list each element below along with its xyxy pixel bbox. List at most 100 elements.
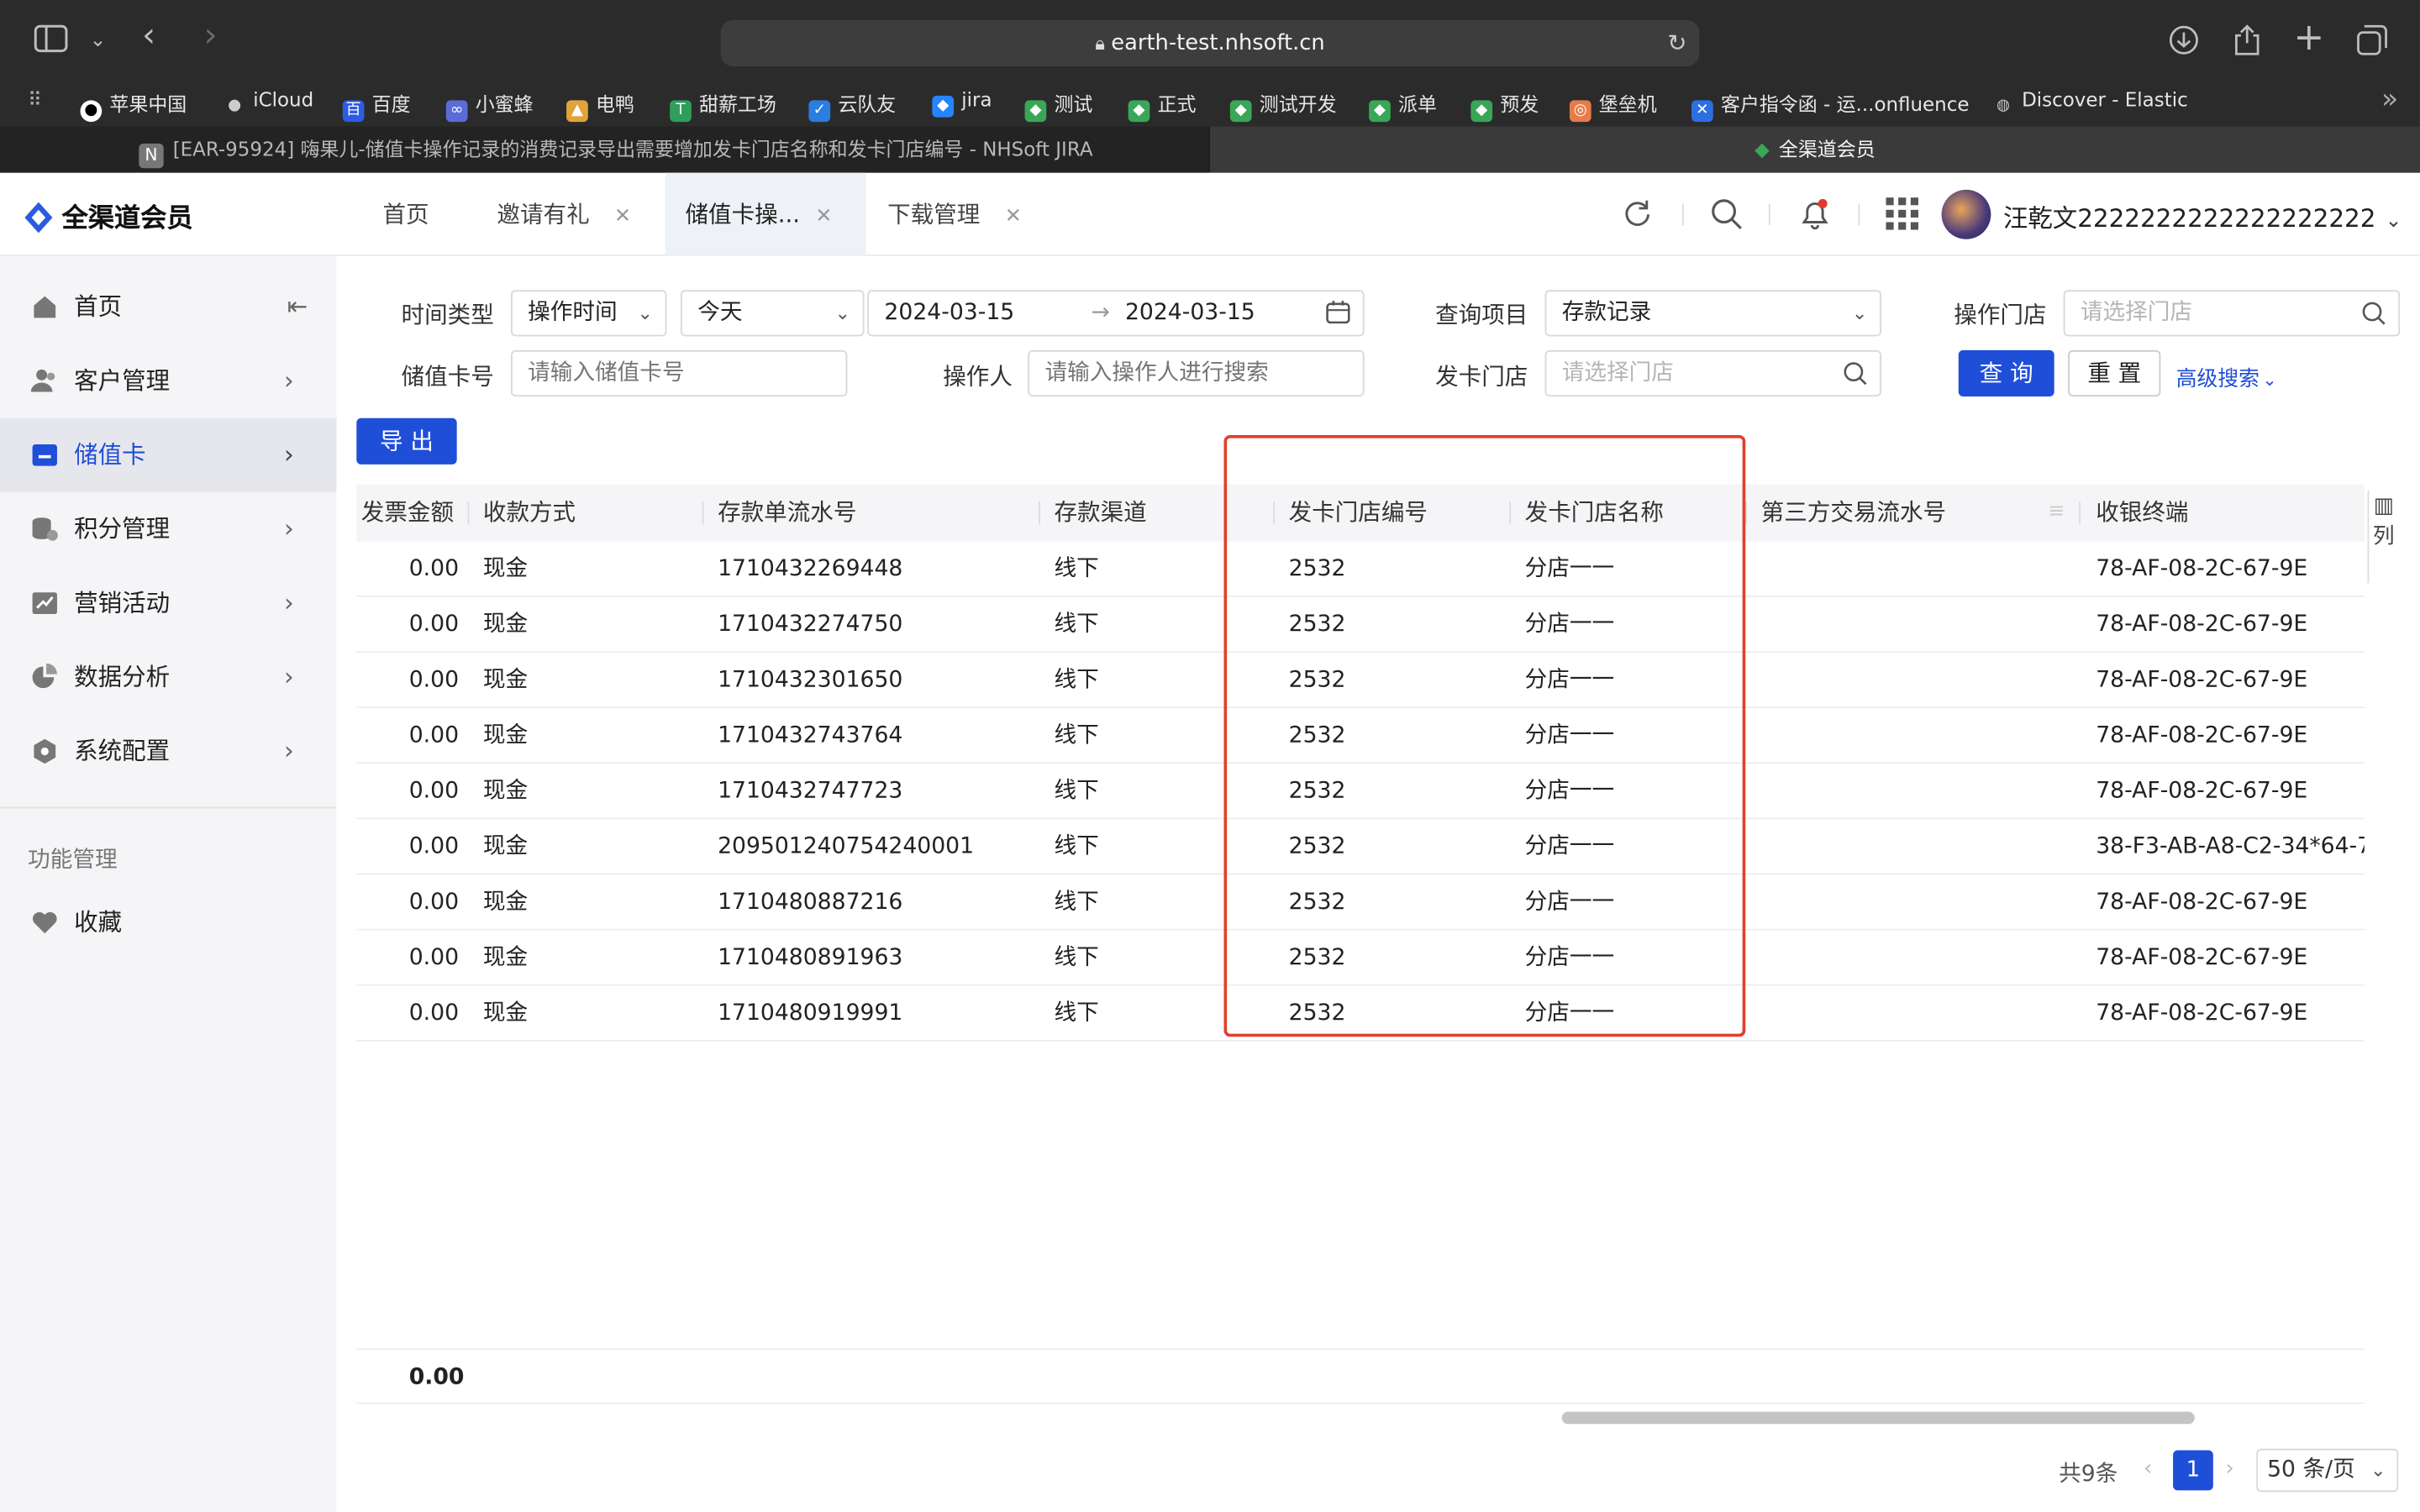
- time-type-select[interactable]: 操作时间 ⌄: [510, 290, 667, 337]
- bookmark-item[interactable]: ● iCloud: [224, 88, 313, 118]
- pie-icon: [31, 663, 59, 691]
- prev-page-icon[interactable]: ‹: [2144, 1457, 2152, 1481]
- close-icon[interactable]: ✕: [815, 205, 832, 228]
- tab-overview-icon[interactable]: [2357, 24, 2388, 60]
- bookmark-item[interactable]: T 甜薪工场: [670, 88, 776, 123]
- table-row[interactable]: 0.00 现金 1710480887216 线下 2532 分店一一 78-AF-08-2C…: [356, 874, 2365, 931]
- download-icon[interactable]: [2169, 24, 2200, 63]
- tab-stored-card-ops[interactable]: 储值卡操... ✕: [665, 172, 866, 256]
- cell-deposit-serial: 209501240754240001: [718, 834, 975, 860]
- query-item-select[interactable]: 存款记录 ⌄: [1544, 290, 1881, 337]
- chevron-down-icon[interactable]: ⌄: [90, 26, 107, 57]
- card-no-input[interactable]: [510, 349, 848, 397]
- date-range-picker[interactable]: 2024-03-15 → 2024-03-15: [867, 290, 1365, 337]
- advanced-search-link[interactable]: 高级搜索 ⌄: [2176, 361, 2277, 391]
- table-row[interactable]: 0.00 现金 1710432274750 线下 2532 分店一一 78-AF-08-2C…: [356, 597, 2365, 653]
- chart-icon: [31, 590, 59, 617]
- table-row[interactable]: 0.00 现金 1710480891963 线下 2532 分店一一 78-AF-08-2C…: [356, 931, 2365, 986]
- bookmark-item[interactable]: 百百度: [342, 88, 411, 123]
- sidebar: 首页 ⇤ 客户管理 › 储值卡 › 积分管理 › 营销活动 › 数据分析 › 系…: [0, 255, 337, 1512]
- sidebar-item-analytics[interactable]: 数据分析 ›: [0, 640, 336, 714]
- duck-icon: ▲: [566, 100, 588, 123]
- globe-icon: ◍: [1996, 97, 2011, 114]
- new-tab-icon[interactable]: +: [2293, 18, 2324, 55]
- browser-tab-app[interactable]: ◆ 全渠道会员: [1209, 126, 2420, 173]
- bookmark-item[interactable]: ● 苹果中国: [80, 88, 187, 123]
- bookmark-item[interactable]: ◆ jira: [932, 88, 992, 118]
- forward-arrow-icon[interactable]: ›: [203, 19, 217, 53]
- table-row[interactable]: 0.00 现金 1710480919991 线下 2532 分店一一 78-AF-08-2C…: [356, 986, 2365, 1042]
- app-logo[interactable]: 全渠道会员: [24, 196, 193, 234]
- page-1-button[interactable]: 1: [2173, 1450, 2213, 1491]
- sidebar-item-points[interactable]: 积分管理 ›: [0, 492, 336, 566]
- cell-invoice-amount: 0.00: [408, 945, 460, 971]
- share-icon[interactable]: [2233, 24, 2261, 60]
- divider: [1273, 501, 1276, 525]
- cell-invoice-amount: 0.00: [408, 1001, 460, 1026]
- export-button[interactable]: 导 出: [356, 417, 457, 465]
- bookmark-item[interactable]: ✕ 客户指令函 - 运...onfluence: [1691, 88, 1969, 123]
- collapse-sidebar-icon[interactable]: ⇤: [287, 270, 308, 344]
- bookmark-item[interactable]: ◍ Discover - Elastic: [1992, 88, 2188, 118]
- bookmark-item[interactable]: ◎ 堡垒机: [1569, 88, 1657, 123]
- bookmark-item[interactable]: ◆ 正式: [1128, 88, 1196, 123]
- cell-deposit-serial: 1710480887216: [718, 890, 903, 916]
- column-settings-button[interactable]: ▥ 列: [2367, 491, 2398, 584]
- apps-grid-icon[interactable]: [1886, 197, 1919, 238]
- sidebar-item-home[interactable]: 首页 ⇤: [0, 270, 336, 344]
- date-range-preset-select[interactable]: 今天 ⌄: [680, 290, 865, 337]
- tab-download[interactable]: 下载管理 ✕: [867, 173, 1052, 256]
- sidebar-item-customers[interactable]: 客户管理 ›: [0, 344, 336, 418]
- refresh-icon[interactable]: [1622, 197, 1653, 236]
- bookmark-item[interactable]: ◆ 派单: [1369, 88, 1437, 123]
- issue-store-select[interactable]: 请选择门店: [1544, 349, 1881, 397]
- sidebar-item-marketing[interactable]: 营销活动 ›: [0, 566, 336, 640]
- url-bar[interactable]: 🔒︎ earth-test.nhsoft.cn ↻: [720, 19, 1700, 66]
- reset-button[interactable]: 重 置: [2068, 349, 2161, 397]
- date-end[interactable]: 2024-03-15: [1125, 291, 1255, 334]
- bookmark-item[interactable]: ◆ 预发: [1470, 88, 1539, 123]
- issue-store-label: 发卡门店: [1435, 362, 1528, 391]
- avatar[interactable]: [1941, 189, 1991, 239]
- search-button[interactable]: 查 询: [1958, 349, 2054, 397]
- chevron-right-icon: ›: [283, 439, 294, 470]
- leaf-icon: ◆: [1754, 137, 1770, 161]
- table-row[interactable]: 0.00 现金 1710432743764 线下 2532 分店一一 78-AF-08-2C…: [356, 708, 2365, 764]
- more-bookmarks-icon[interactable]: »: [2381, 83, 2398, 116]
- table-row[interactable]: 0.00 现金 1710432301650 线下 2532 分店一一 78-AF-08-2C…: [356, 653, 2365, 709]
- tab-home[interactable]: 首页: [358, 173, 469, 256]
- sidebar-toggle-icon[interactable]: [34, 24, 68, 57]
- bell-icon[interactable]: [1798, 197, 1832, 239]
- close-icon[interactable]: ✕: [614, 205, 631, 228]
- resize-handle-icon[interactable]: ≡: [2048, 500, 2065, 523]
- browser-tab-jira[interactable]: N [EAR-95924] 嗨果儿-储值卡操作记录的消费记录导出需要增加发卡门店名…: [0, 126, 1209, 173]
- page-size-select[interactable]: 50 条/页 ⌄: [2256, 1448, 2399, 1493]
- cell-pos-terminal: 38-F3-AB-A8-C2-34*64-7: [2096, 834, 2365, 860]
- bookmark-item[interactable]: ◆ 测试: [1024, 88, 1092, 123]
- horizontal-scrollbar[interactable]: [1561, 1411, 2195, 1425]
- bookmark-item[interactable]: ✓ 云队友: [808, 88, 896, 123]
- cell-deposit-channel: 线下: [1054, 557, 1099, 582]
- bookmark-item[interactable]: ∞ 小蜜蜂: [445, 88, 534, 123]
- op-store-select[interactable]: 请选择门店: [2063, 290, 2401, 337]
- back-arrow-icon[interactable]: ‹: [142, 19, 155, 53]
- sidebar-item-favorites[interactable]: 收藏: [0, 885, 336, 959]
- tab-invite[interactable]: 邀请有礼 ✕: [472, 173, 664, 256]
- user-menu[interactable]: 汪乾文2222222222222222222 ⌄: [2003, 197, 2402, 234]
- bookmark-item[interactable]: ◆ 测试开发: [1229, 88, 1337, 123]
- reload-icon[interactable]: ↻: [1667, 20, 1686, 66]
- date-start[interactable]: 2024-03-15: [884, 301, 1014, 325]
- close-icon[interactable]: ✕: [1005, 205, 1022, 228]
- search-icon[interactable]: [1710, 197, 1743, 238]
- next-page-icon[interactable]: ›: [2226, 1457, 2234, 1481]
- cell-issue-store-name: 分店一一: [1524, 723, 1615, 748]
- sidebar-item-stored-card[interactable]: 储值卡 ›: [0, 417, 337, 492]
- table-row[interactable]: 0.00 现金 209501240754240001 线下 2532 分店一一 38-F3-…: [356, 819, 2365, 875]
- table-row[interactable]: 0.00 现金 1710432747723 线下 2532 分店一一 78-AF-08-2C…: [356, 764, 2365, 820]
- bookmark-item[interactable]: ▲ 电鸭: [566, 88, 634, 123]
- cell-issue-store-name: 分店一一: [1524, 945, 1615, 971]
- grid-icon[interactable]: ⠿: [28, 88, 42, 112]
- operator-input[interactable]: [1028, 349, 1365, 397]
- sidebar-item-system-config[interactable]: 系统配置 ›: [0, 714, 336, 788]
- table-row[interactable]: 0.00 现金 1710432269448 线下 2532 分店一一 78-AF-08-2C…: [356, 542, 2365, 597]
